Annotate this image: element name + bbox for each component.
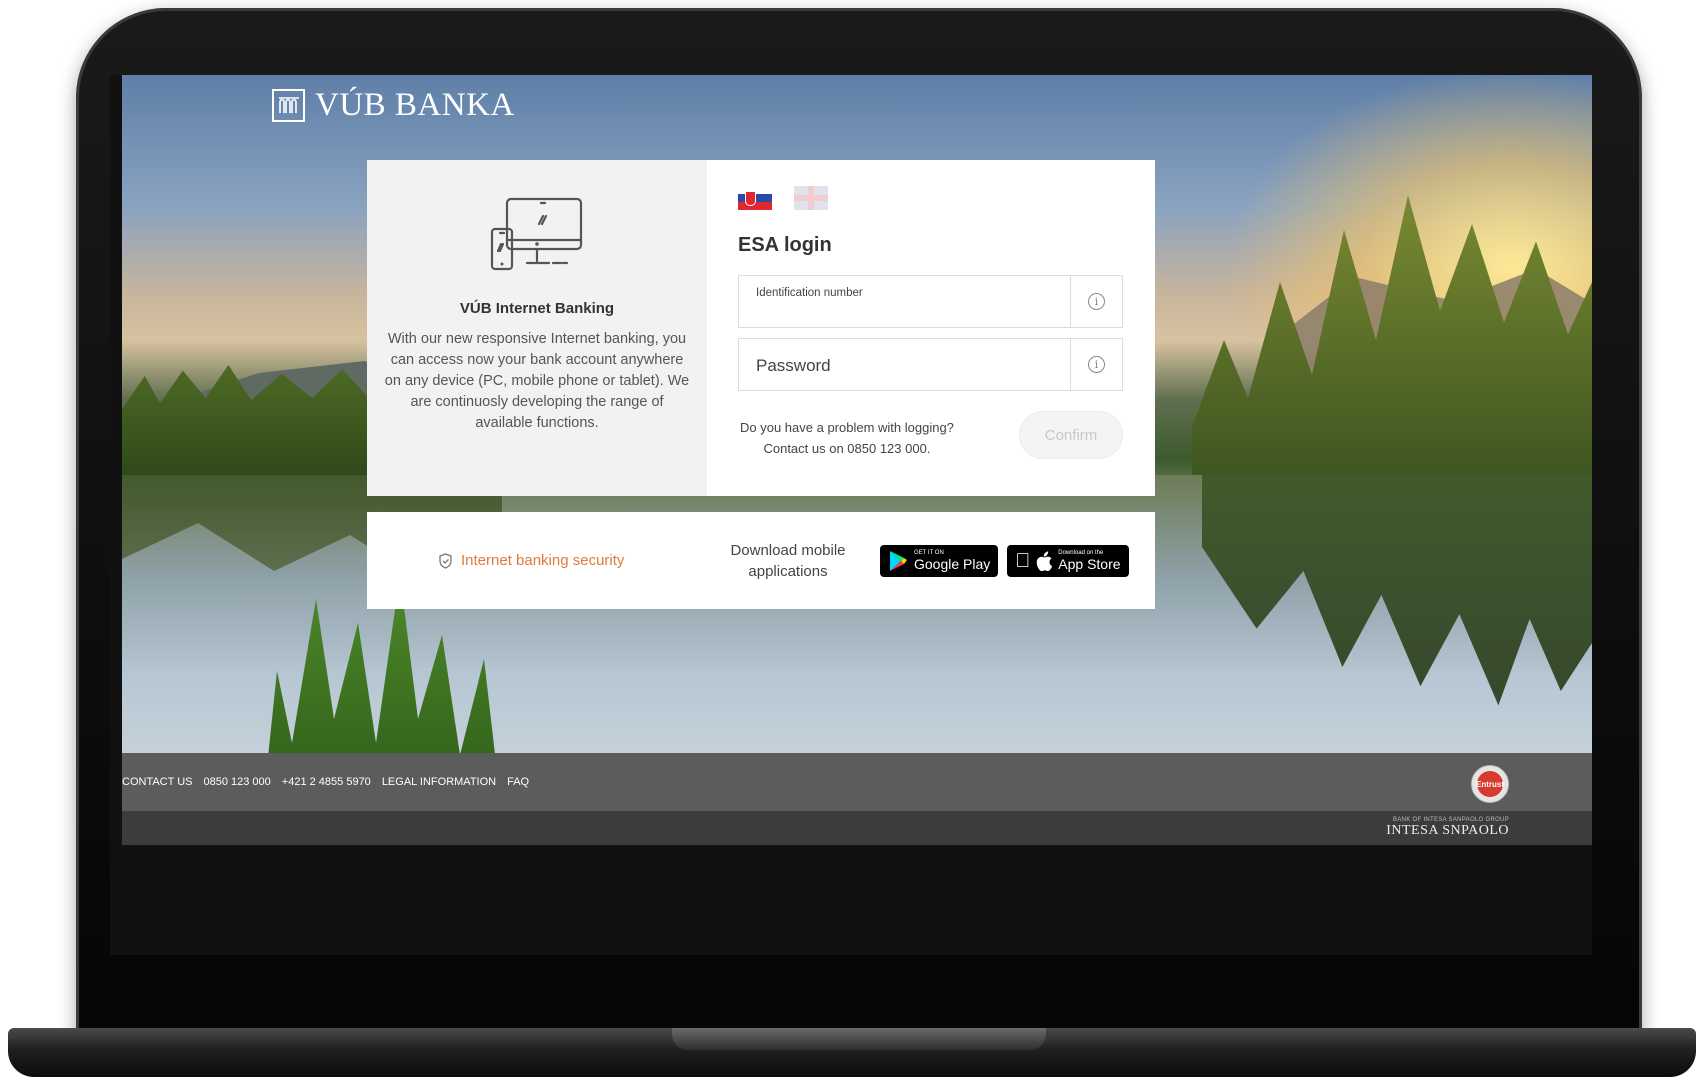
login-card: VÚB Internet Banking With our new respon… (367, 160, 1155, 496)
uk-flag-icon[interactable] (794, 186, 828, 210)
footer-links: CONTACT US 0850 123 000 +421 2 4855 5970… (122, 776, 529, 788)
info-title: VÚB Internet Banking (459, 300, 615, 317)
brand-logo[interactable]: VÚB BANKA (272, 85, 515, 125)
password-field: Password i (738, 338, 1123, 391)
apple-icon:  (1015, 551, 1030, 571)
language-switcher (738, 186, 1124, 210)
info-icon: i (1088, 356, 1105, 373)
footer-contact-link[interactable]: CONTACT US (122, 776, 193, 788)
hero-background: VÚB BANKA VÚB Internet Banking With our … (122, 75, 1592, 813)
help-line-2: Contact us on 0850 123 000. (763, 441, 931, 456)
google-play-badge[interactable]: GET IT ON Google Play (880, 544, 999, 577)
app-strip: Internet banking security Download mobil… (367, 512, 1155, 609)
devices-icon (490, 197, 583, 271)
screen-bottom (110, 845, 1592, 955)
password-placeholder: Password (756, 356, 831, 375)
info-panel: VÚB Internet Banking With our new respon… (367, 160, 707, 496)
footer-main: CONTACT US 0850 123 000 +421 2 4855 5970… (122, 753, 1592, 811)
footer-legal-link[interactable]: LEGAL INFORMATION (382, 776, 496, 788)
group-name: INTESA SNPAOLO (1386, 823, 1509, 838)
footer-phone-2[interactable]: +421 2 4855 5970 (282, 776, 371, 788)
login-title: ESA login (738, 234, 832, 256)
footer-phone-1[interactable]: 0850 123 000 (204, 776, 271, 788)
app-store-text: Download on the App Store (1058, 550, 1120, 571)
security-link-label: Internet banking security (461, 552, 625, 569)
password-field-main[interactable]: Password (739, 339, 1070, 390)
google-play-text: GET IT ON Google Play (914, 550, 990, 571)
trees-right (1192, 195, 1592, 485)
login-footer: Do you have a problem with logging? Cont… (738, 411, 1123, 459)
app-store-badge[interactable]:  Download on the App Store (1007, 544, 1129, 577)
entrust-label: Entrust (1476, 779, 1504, 789)
identification-field: Identification number i (738, 275, 1123, 328)
intesa-sanpaolo-logo: BANK OF INTESA SANPAOLO GROUP INTESA SNP… (1386, 817, 1509, 839)
store-badges: GET IT ON Google Play  Download on the … (880, 544, 1129, 577)
help-line-1: Do you have a problem with logging? (740, 420, 954, 435)
password-info-button[interactable]: i (1070, 339, 1122, 390)
identification-field-main[interactable]: Identification number (739, 276, 1070, 327)
shield-icon (439, 552, 452, 569)
brand-name: VÚB BANKA (315, 86, 515, 123)
security-link[interactable]: Internet banking security (438, 552, 678, 569)
entrust-seal-icon[interactable]: Entrust (1471, 765, 1509, 803)
footer-group: BANK OF INTESA SANPAOLO GROUP INTESA SNP… (122, 811, 1592, 845)
google-play-big: Google Play (914, 556, 991, 572)
help-text: Do you have a problem with logging? Cont… (740, 417, 954, 459)
info-icon: i (1088, 293, 1105, 310)
identification-input[interactable] (755, 301, 1055, 321)
screen: VÚB BANKA VÚB Internet Banking With our … (110, 75, 1592, 955)
identification-info-button[interactable]: i (1070, 276, 1122, 327)
footer-faq-link[interactable]: FAQ (507, 776, 529, 788)
laptop-notch (672, 1028, 1046, 1050)
google-play-icon (890, 550, 907, 571)
download-text: Download mobile applications (730, 541, 846, 580)
apple-logo-icon (1036, 550, 1053, 571)
info-text: With our new responsive Internet banking… (384, 331, 690, 431)
confirm-button[interactable]: Confirm (1019, 411, 1123, 459)
slovak-flag-icon[interactable] (738, 186, 772, 210)
bank-logo-icon (272, 88, 305, 122)
identification-label: Identification number (756, 287, 863, 299)
app-store-big: App Store (1043, 556, 1120, 572)
login-panel: ESA login Identification number i Passwo… (707, 160, 1155, 496)
